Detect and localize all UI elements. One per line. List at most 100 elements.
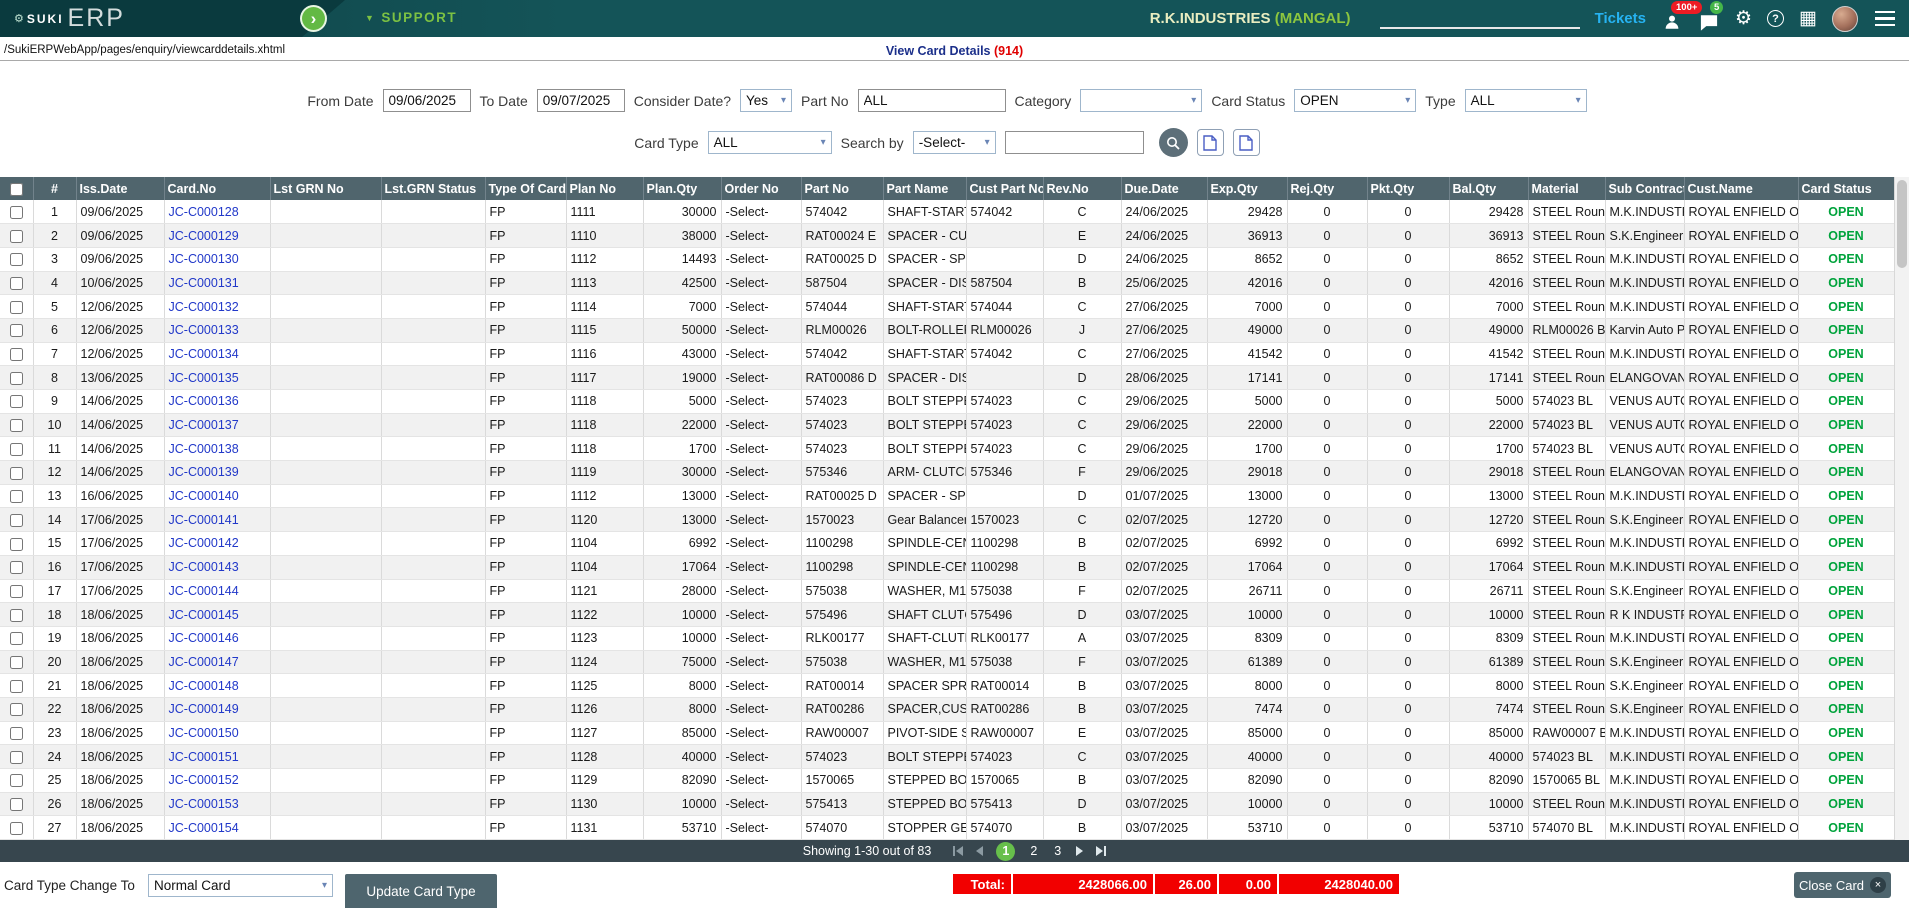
column-header-part_no[interactable]: Part No <box>801 177 883 200</box>
card-type-change-select[interactable]: Normal Card▾ <box>148 874 333 897</box>
expand-menu-button[interactable]: › <box>300 5 327 32</box>
cell-card_no[interactable]: JC-C000140 <box>164 484 270 508</box>
column-header-order_no[interactable]: Order No <box>721 177 801 200</box>
card-no-link[interactable]: JC-C000129 <box>169 229 239 243</box>
column-header-part_name[interactable]: Part Name <box>883 177 966 200</box>
cell-card_no[interactable]: JC-C000132 <box>164 295 270 319</box>
cell-card_no[interactable]: JC-C000133 <box>164 318 270 342</box>
part-no-input[interactable] <box>858 89 1006 112</box>
column-header-lst_grn_status[interactable]: Lst.GRN Status <box>381 177 485 200</box>
search-by-select[interactable]: -Select-▾ <box>913 131 996 154</box>
search-text-input[interactable] <box>1005 131 1144 154</box>
user-avatar[interactable] <box>1832 6 1858 32</box>
from-date-input[interactable] <box>383 89 471 112</box>
prev-page-icon[interactable] <box>976 846 983 856</box>
column-header-rev_no[interactable]: Rev.No <box>1043 177 1121 200</box>
cell-card_no[interactable]: JC-C000139 <box>164 461 270 485</box>
column-header-cust_part_no[interactable]: Cust Part No <box>966 177 1043 200</box>
row-checkbox[interactable] <box>10 561 23 574</box>
column-header-card_status[interactable]: Card Status <box>1798 177 1894 200</box>
update-card-type-button[interactable]: Update Card Type <box>345 874 497 908</box>
row-checkbox[interactable] <box>10 656 23 669</box>
row-checkbox[interactable] <box>10 680 23 693</box>
help-icon[interactable]: ? <box>1767 10 1784 27</box>
scrollbar-thumb[interactable] <box>1897 180 1907 268</box>
cell-card_no[interactable]: JC-C000150 <box>164 721 270 745</box>
row-checkbox[interactable] <box>10 253 23 266</box>
card-no-link[interactable]: JC-C000143 <box>169 560 239 574</box>
row-checkbox[interactable] <box>10 538 23 551</box>
column-header-material[interactable]: Material <box>1528 177 1605 200</box>
cell-card_no[interactable]: JC-C000138 <box>164 437 270 461</box>
cell-card_no[interactable]: JC-C000130 <box>164 247 270 271</box>
cell-card_no[interactable]: JC-C000128 <box>164 200 270 224</box>
close-card-button[interactable]: Close Card × <box>1794 872 1891 898</box>
row-checkbox[interactable] <box>10 727 23 740</box>
column-header-sub_contract[interactable]: Sub Contractor <box>1605 177 1684 200</box>
row-checkbox[interactable] <box>10 822 23 835</box>
consider-date-select[interactable]: Yes▾ <box>740 89 792 112</box>
card-no-link[interactable]: JC-C000134 <box>169 347 239 361</box>
row-checkbox[interactable] <box>10 490 23 503</box>
row-checkbox[interactable] <box>10 467 23 480</box>
column-header-iss_date[interactable]: Iss.Date <box>76 177 164 200</box>
row-checkbox[interactable] <box>10 206 23 219</box>
apps-grid-icon[interactable]: ▦ <box>1799 9 1817 28</box>
cell-card_no[interactable]: JC-C000142 <box>164 532 270 556</box>
column-header-plan_qty[interactable]: Plan.Qty <box>643 177 721 200</box>
card-no-link[interactable]: JC-C000137 <box>169 418 239 432</box>
cell-card_no[interactable]: JC-C000141 <box>164 508 270 532</box>
card-status-select[interactable]: OPEN▾ <box>1294 89 1416 112</box>
row-checkbox[interactable] <box>10 230 23 243</box>
card-no-link[interactable]: JC-C000153 <box>169 797 239 811</box>
card-no-link[interactable]: JC-C000154 <box>169 821 239 835</box>
category-select[interactable]: ▾ <box>1080 89 1202 112</box>
row-checkbox[interactable] <box>10 609 23 622</box>
cell-card_no[interactable]: JC-C000151 <box>164 745 270 769</box>
column-header-exp_qty[interactable]: Exp.Qty <box>1207 177 1287 200</box>
column-header-lst_grn_no[interactable]: Lst GRN No <box>270 177 381 200</box>
column-header-type_of_card[interactable]: Type Of Card <box>485 177 566 200</box>
cell-card_no[interactable]: JC-C000129 <box>164 224 270 248</box>
cell-card_no[interactable]: JC-C000147 <box>164 650 270 674</box>
cell-card_no[interactable]: JC-C000144 <box>164 579 270 603</box>
cell-card_no[interactable]: JC-C000154 <box>164 816 270 840</box>
row-checkbox[interactable] <box>10 514 23 527</box>
cell-card_no[interactable]: JC-C000135 <box>164 366 270 390</box>
column-header-cust_name[interactable]: Cust.Name <box>1684 177 1798 200</box>
menu-icon[interactable] <box>1873 9 1897 29</box>
cell-card_no[interactable]: JC-C000137 <box>164 413 270 437</box>
row-checkbox[interactable] <box>10 372 23 385</box>
card-no-link[interactable]: JC-C000131 <box>169 276 239 290</box>
first-page-icon[interactable] <box>953 846 963 856</box>
card-no-link[interactable]: JC-C000149 <box>169 702 239 716</box>
cell-card_no[interactable]: JC-C000146 <box>164 626 270 650</box>
column-header-rej_qty[interactable]: Rej.Qty <box>1287 177 1367 200</box>
export-excel-button[interactable] <box>1197 129 1224 156</box>
global-search-input[interactable] <box>1380 9 1580 29</box>
card-no-link[interactable]: JC-C000145 <box>169 608 239 622</box>
card-no-link[interactable]: JC-C000151 <box>169 750 239 764</box>
vertical-scrollbar[interactable] <box>1894 177 1909 840</box>
card-no-link[interactable]: JC-C000141 <box>169 513 239 527</box>
cell-card_no[interactable]: JC-C000131 <box>164 271 270 295</box>
support-menu[interactable]: ▼ SUPPORT <box>365 10 457 25</box>
cell-card_no[interactable]: JC-C000145 <box>164 603 270 627</box>
row-checkbox[interactable] <box>10 301 23 314</box>
row-checkbox[interactable] <box>10 443 23 456</box>
row-checkbox[interactable] <box>10 324 23 337</box>
page-number-2[interactable]: 2 <box>1028 844 1039 858</box>
column-header-pkt_qty[interactable]: Pkt.Qty <box>1367 177 1449 200</box>
row-checkbox[interactable] <box>10 585 23 598</box>
select-all-checkbox[interactable] <box>10 183 23 196</box>
cell-card_no[interactable]: JC-C000134 <box>164 342 270 366</box>
export-pdf-button[interactable] <box>1233 129 1260 156</box>
tickets-link[interactable]: Tickets <box>1595 10 1646 27</box>
column-header-due_date[interactable]: Due.Date <box>1121 177 1207 200</box>
card-no-link[interactable]: JC-C000135 <box>169 371 239 385</box>
card-no-link[interactable]: JC-C000142 <box>169 536 239 550</box>
row-checkbox[interactable] <box>10 798 23 811</box>
card-type-select[interactable]: ALL▾ <box>708 131 832 154</box>
row-checkbox[interactable] <box>10 348 23 361</box>
column-header-bal_qty[interactable]: Bal.Qty <box>1449 177 1528 200</box>
